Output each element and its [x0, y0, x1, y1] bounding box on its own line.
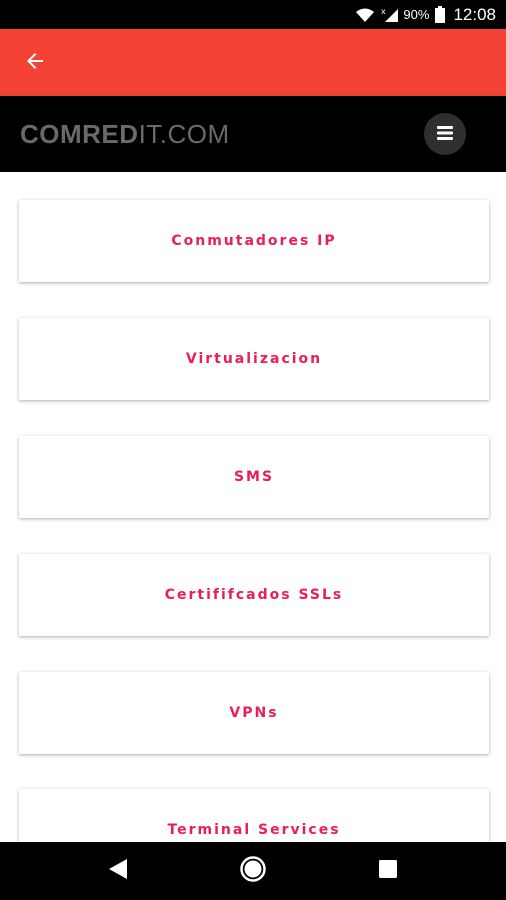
circle-home-icon	[239, 855, 267, 887]
square-recents-icon	[378, 859, 398, 883]
nav-back-button[interactable]	[94, 847, 142, 895]
menu-item-certificados-ssls[interactable]: Certififcados SSLs	[19, 554, 489, 636]
menu-item-label: Conmutadores IP	[171, 233, 337, 249]
nav-recents-button[interactable]	[364, 847, 412, 895]
arrow-left-icon	[23, 49, 47, 77]
menu-item-virtualizacion[interactable]: Virtualizacion	[19, 318, 489, 400]
nav-home-button[interactable]	[229, 847, 277, 895]
back-button[interactable]	[13, 41, 57, 85]
svg-text:x: x	[381, 7, 386, 16]
menu-item-label: SMS	[233, 469, 275, 485]
site-header: COMREDIT.COM	[0, 96, 506, 172]
app-bar	[0, 29, 506, 96]
battery-icon	[435, 6, 446, 23]
hamburger-icon	[437, 125, 453, 144]
logo-bold-text: COMRED	[20, 118, 139, 149]
triangle-back-icon	[107, 857, 129, 885]
menu-item-label: VPNs	[229, 705, 279, 721]
signal-icon: x	[381, 7, 399, 23]
menu-item-label: Terminal Services	[167, 822, 341, 838]
menu-item-label: Virtualizacion	[185, 351, 323, 367]
battery-percent: 90%	[403, 7, 430, 22]
logo-light-text: IT.COM	[138, 118, 230, 149]
menu-item-conmutadores-ip[interactable]: Conmutadores IP	[19, 200, 489, 282]
menu-button[interactable]	[424, 113, 466, 155]
system-nav-bar	[0, 842, 506, 900]
menu-item-terminal-services[interactable]: Terminal Services	[19, 789, 489, 842]
status-time: 12:08	[453, 4, 496, 24]
menu-item-vpns[interactable]: VPNs	[19, 672, 489, 754]
menu-item-sms[interactable]: SMS	[19, 436, 489, 518]
menu-list: Conmutadores IP Virtualizacion SMS Certi…	[0, 172, 506, 842]
wifi-icon	[355, 7, 375, 23]
menu-item-label: Certififcados SSLs	[164, 587, 344, 603]
status-bar: x 90% 12:08	[0, 0, 506, 29]
site-logo[interactable]: COMREDIT.COM	[20, 119, 230, 150]
